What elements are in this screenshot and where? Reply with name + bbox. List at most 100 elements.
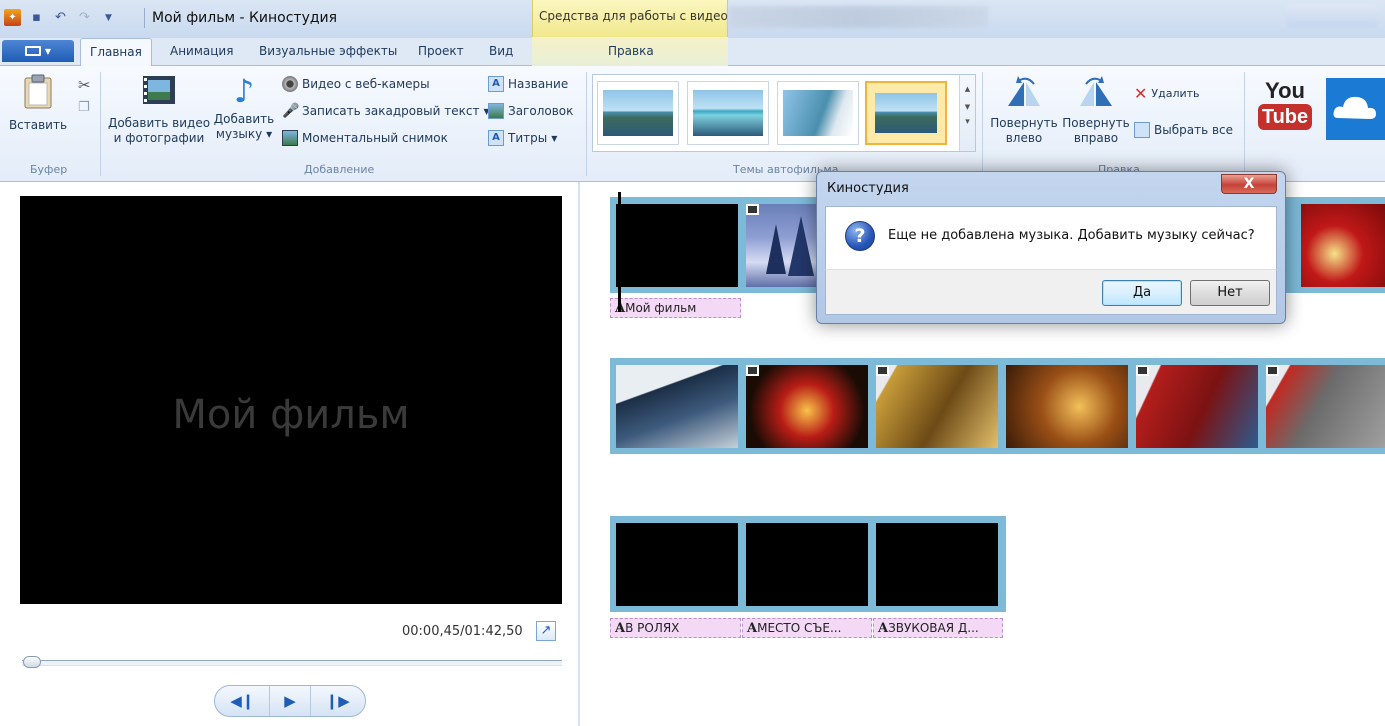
storyboard-row-2: [610, 358, 1385, 454]
transition-icon: [876, 365, 889, 376]
background-window-titles: [728, 6, 988, 28]
add-caption-button[interactable]: Заголовок: [488, 103, 573, 119]
add-title-button[interactable]: A Название: [488, 76, 568, 92]
window-controls[interactable]: [1287, 4, 1377, 28]
clipboard-icon: [24, 74, 52, 109]
fullscreen-preview-button[interactable]: ↗: [536, 621, 556, 641]
playback-controls: ◀❙ ▶ ❙▶: [214, 685, 366, 717]
question-icon: ?: [845, 221, 875, 251]
play-icon[interactable]: ▶: [284, 692, 296, 710]
title-separator: [144, 8, 145, 28]
add-group-label: Добавление: [304, 163, 375, 176]
yes-button[interactable]: Да: [1102, 280, 1182, 306]
gallery-up-icon[interactable]: ▲: [960, 85, 975, 93]
previous-frame-icon[interactable]: ◀❙: [230, 692, 254, 710]
clip-christmas-tree[interactable]: [1006, 365, 1128, 448]
quick-access-toolbar: ✦ ▪ ↶ ↷ ▼: [4, 9, 117, 26]
youtube-logo-text-2: Tube: [1258, 104, 1312, 130]
preview-pane: Мой фильм 00:00,45/01:42,50 ↗ ◀❙ ▶ ❙▶: [0, 182, 580, 726]
gallery-expand-icon[interactable]: ▾: [960, 117, 975, 127]
group-separator: [982, 72, 983, 176]
next-frame-icon[interactable]: ❙▶: [326, 692, 350, 710]
webcam-video-button[interactable]: Видео с веб-камеры: [282, 76, 430, 92]
expand-arrow-icon: ↗: [540, 623, 552, 638]
tab-edit[interactable]: Правка: [608, 44, 654, 58]
tab-visual-effects[interactable]: Визуальные эффекты: [259, 44, 397, 58]
movie-maker-app-icon[interactable]: ✦: [4, 9, 21, 26]
record-narration-button[interactable]: 🎤 Записать закадровый текст ▼: [282, 103, 490, 119]
ribbon-tab-bar: ▼ Главная Анимация Визуальные эффекты Пр…: [0, 37, 1385, 67]
rotate-left-button[interactable]: Повернуть влево: [988, 74, 1060, 146]
clip-credits-2[interactable]: [746, 523, 868, 606]
undo-icon[interactable]: ↶: [52, 9, 69, 26]
paste-button[interactable]: Вставить: [8, 74, 68, 133]
window-title: Мой фильм - Киностудия: [152, 10, 338, 26]
clip-ornaments[interactable]: [1136, 365, 1258, 448]
file-menu-icon: [24, 46, 41, 56]
video-preview[interactable]: Мой фильм: [20, 196, 562, 604]
seek-bar[interactable]: [22, 656, 562, 668]
caption-credits-sound[interactable]: AЗВУКОВАЯ Д...: [873, 618, 1003, 638]
autofilm-themes-gallery: ▲ ▼ ▾: [592, 74, 976, 152]
caption-credits-location[interactable]: AМЕСТО СЪЕ...: [742, 618, 872, 638]
webcam-icon: [282, 76, 298, 92]
dialog-close-button[interactable]: X: [1221, 174, 1277, 194]
no-button[interactable]: Нет: [1190, 280, 1270, 306]
gallery-scroll[interactable]: ▲ ▼ ▾: [959, 75, 975, 151]
clip-credits-1[interactable]: [616, 523, 738, 606]
add-video-photos-button[interactable]: Добавить видео и фотографии: [106, 74, 212, 146]
tab-view[interactable]: Вид: [489, 44, 513, 58]
add-music-button[interactable]: ♪ Добавить музыку ▾: [212, 74, 276, 142]
cloud-icon: [1333, 96, 1376, 119]
snapshot-button[interactable]: Моментальный снимок: [282, 130, 448, 146]
select-all-button[interactable]: Выбрать все: [1134, 122, 1233, 138]
clip-credits-3[interactable]: [876, 523, 998, 606]
select-all-icon: [1134, 122, 1150, 138]
caption-credits-cast[interactable]: AВ РОЛЯХ: [610, 618, 741, 638]
clip-title-black[interactable]: [616, 204, 738, 287]
seek-thumb[interactable]: [23, 656, 42, 668]
tab-home[interactable]: Главная: [80, 38, 152, 67]
add-video-label-1: Добавить видео: [107, 116, 211, 130]
theme-contemporary[interactable]: [687, 81, 769, 145]
rotate-left-label-1: Повернуть: [990, 116, 1058, 130]
tab-project[interactable]: Проект: [418, 44, 464, 58]
skydrive-share-button[interactable]: [1326, 78, 1385, 140]
clip-champagne[interactable]: [876, 365, 998, 448]
rotate-left-icon: [1008, 76, 1040, 106]
gallery-down-icon[interactable]: ▼: [960, 103, 975, 111]
copy-button[interactable]: ❐: [78, 100, 90, 115]
youtube-share-button[interactable]: You Tube: [1258, 78, 1312, 138]
cut-button[interactable]: ✂: [78, 76, 91, 94]
credits-label: Титры: [508, 131, 548, 145]
clip-sleigh-night[interactable]: [616, 365, 738, 448]
clip-candles[interactable]: [746, 365, 868, 448]
theme-thumbnail: [693, 90, 763, 136]
context-group-header: Средства для работы с видео: [532, 0, 728, 38]
theme-default[interactable]: [597, 81, 679, 145]
redo-icon[interactable]: ↷: [76, 9, 93, 26]
file-menu-button[interactable]: ▼: [2, 40, 74, 62]
add-music-label-2: музыку ▾: [215, 127, 273, 141]
divider: [268, 686, 270, 716]
copy-icon: ❐: [78, 100, 90, 115]
save-icon[interactable]: ▪: [28, 9, 45, 26]
tab-animation[interactable]: Анимация: [170, 44, 233, 58]
webcam-label: Видео с веб-камеры: [302, 77, 430, 91]
group-separator: [1244, 72, 1245, 176]
theme-fade[interactable]: [777, 81, 859, 145]
caption-my-film[interactable]: AМой фильм: [610, 298, 741, 318]
clip-kitten[interactable]: [1266, 365, 1385, 448]
transition-icon: [746, 365, 759, 376]
clip-red-christmas[interactable]: [1301, 204, 1385, 287]
theme-selected[interactable]: [865, 81, 947, 145]
playhead[interactable]: [618, 192, 621, 312]
customize-toolbar-icon[interactable]: ▼: [100, 9, 117, 26]
rotate-right-button[interactable]: Повернуть вправо: [1060, 74, 1132, 146]
ribbon: Вставить ✂ ❐ Буфер Добавить видео и фото…: [0, 66, 1385, 182]
credits-icon: A: [488, 130, 504, 146]
delete-button[interactable]: ✕ Удалить: [1134, 84, 1200, 103]
delete-label: Удалить: [1151, 87, 1200, 100]
add-credits-button[interactable]: A Титры ▼: [488, 130, 557, 146]
film-photo-icon: [143, 76, 175, 104]
